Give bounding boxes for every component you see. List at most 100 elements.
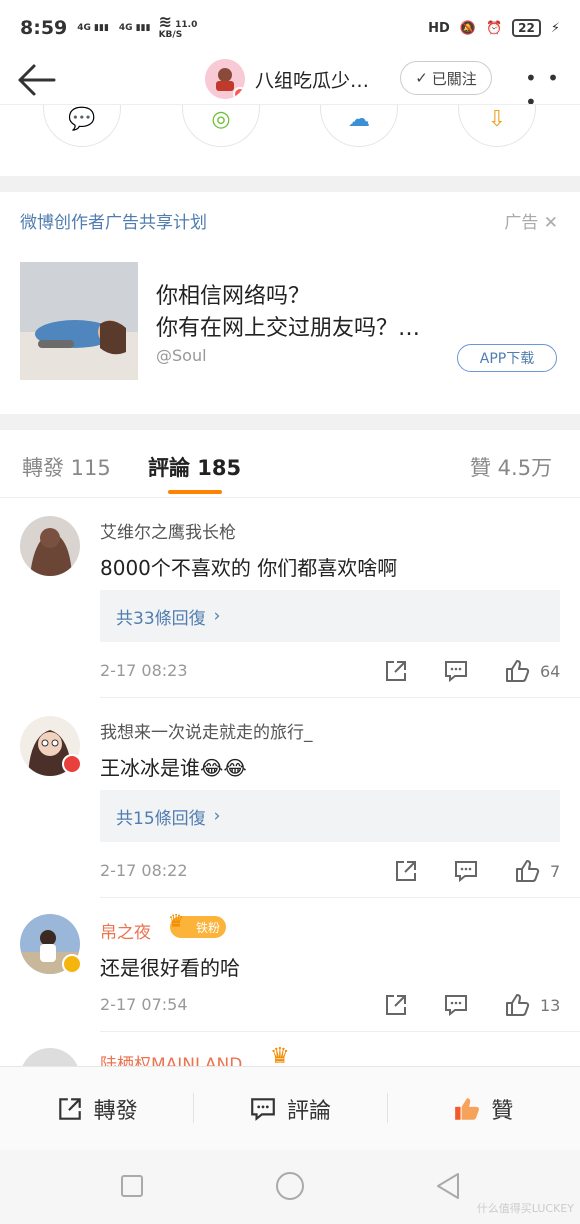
- reply-icon[interactable]: [443, 992, 469, 1018]
- reply-icon[interactable]: [443, 658, 469, 684]
- view-replies-link[interactable]: 共33條回復 ›: [100, 590, 560, 642]
- reply-icon[interactable]: [453, 858, 479, 884]
- ad-image[interactable]: [20, 262, 138, 380]
- home-icon[interactable]: [275, 1171, 305, 1201]
- iron-fan-badge: ♛ 铁粉: [168, 911, 227, 938]
- replies-count: 共15條回復: [116, 808, 206, 829]
- top-nav: 八组吃瓜少… ✓ 已關注 • • •: [0, 56, 580, 114]
- avatar-image: [20, 516, 80, 576]
- moments-share-icon[interactable]: ◎: [182, 105, 260, 147]
- verified-v-badge-icon: [62, 954, 82, 974]
- repost-icon[interactable]: [393, 858, 419, 884]
- comment-item: 艾维尔之鹰我长枪 8000个不喜欢的 你们都喜欢啥啊 共33條回復 › 2-17…: [0, 498, 580, 698]
- app-download-button[interactable]: APP下载: [457, 344, 557, 372]
- comment-item: 我想来一次说走就走的旅行_ 王冰冰是谁😂😂 共15條回復 › 2-17 08:2…: [0, 698, 580, 898]
- comment-time: 2-17 08:23: [100, 661, 188, 680]
- status-time: 8:59: [20, 17, 68, 39]
- chevron-right-icon: ›: [213, 806, 221, 826]
- battery-icon: 22: [512, 19, 541, 37]
- status-right: HD 🔕 ⏰ 22 ⚡: [428, 19, 560, 37]
- commenter-name[interactable]: 我想来一次说走就走的旅行_: [100, 718, 313, 743]
- commenter-name[interactable]: 艾维尔之鹰我长枪: [100, 518, 236, 543]
- like-filled-icon: [455, 1097, 480, 1120]
- like-thumb-icon[interactable]: [504, 992, 530, 1018]
- comment-text: 还是很好看的哈: [100, 956, 240, 980]
- repost-icon: [58, 1097, 81, 1120]
- repost-icon[interactable]: [383, 992, 409, 1018]
- chevron-right-icon: ›: [213, 606, 221, 626]
- hd-icon: HD: [428, 20, 450, 36]
- tab-comment[interactable]: 評論 185: [148, 452, 241, 482]
- commenter-name[interactable]: 陆栖权MAINLAND: [100, 1050, 242, 1066]
- follow-label: 已關注: [431, 69, 477, 88]
- replies-count: 共33條回復: [116, 608, 206, 629]
- system-nav-bar: 什么值得买LUCKEY: [0, 1150, 580, 1224]
- comment-icon: [251, 1097, 275, 1121]
- bottom-action-bar: 轉發 評論 贊: [0, 1066, 580, 1150]
- repost-button[interactable]: 轉發: [0, 1067, 193, 1150]
- comment-item: 帛之夜 ♛ 铁粉 还是很好看的哈 2-17 07:54 13: [0, 898, 580, 1032]
- wechat-share-icon[interactable]: 💬: [43, 105, 121, 147]
- feedback-tabs: 轉發 115 評論 185 贊 4.5万: [0, 430, 580, 498]
- qq-share-icon[interactable]: ☁: [320, 105, 398, 147]
- status-bar: 8:59 4G ▮▮▮ 4G ▮▮▮ ≋ 11.0 KB/S HD 🔕 ⏰ 22…: [0, 0, 580, 56]
- author-name[interactable]: 八组吃瓜少…: [255, 66, 369, 93]
- tab-like[interactable]: 贊 4.5万: [470, 452, 552, 482]
- save-share-icon[interactable]: ⇩: [458, 105, 536, 147]
- verified-badge-icon: [233, 87, 245, 99]
- view-replies-link[interactable]: 共15條回復 ›: [100, 790, 560, 842]
- ad-program-label[interactable]: 微博创作者广告共享计划: [20, 208, 207, 233]
- commenter-avatar[interactable]: [20, 516, 80, 576]
- comment-time: 2-17 07:54: [100, 995, 188, 1014]
- like-count: 64: [540, 662, 561, 681]
- comment-item: 陆栖权MAINLAND ♛: [0, 1032, 580, 1066]
- repost-label: 轉發: [93, 1098, 138, 1124]
- comment-text-body: 王冰冰是谁: [100, 756, 200, 780]
- wifi-icon: ≋: [158, 11, 172, 31]
- like-button[interactable]: 贊: [386, 1067, 580, 1150]
- like-thumb-icon[interactable]: [514, 858, 540, 884]
- comment-text: 王冰冰是谁😂😂: [100, 752, 247, 781]
- crown-icon: ♛: [168, 911, 185, 932]
- share-icons-strip: 💬 ◎ ☁ ⇩: [0, 104, 580, 176]
- comment-text: 8000个不喜欢的 你们都喜欢啥啊: [100, 556, 398, 580]
- ad-source[interactable]: @Soul: [156, 346, 207, 365]
- recent-apps-icon[interactable]: [120, 1174, 144, 1198]
- back-arrow-icon[interactable]: [14, 62, 58, 98]
- close-icon: ✕: [543, 213, 558, 233]
- speed-value: 11.0: [175, 19, 198, 30]
- ad-tag-label: 广告: [504, 213, 539, 233]
- comment-button[interactable]: 評論: [193, 1067, 386, 1150]
- watermark: 什么值得买LUCKEY: [476, 1202, 574, 1215]
- comment-time: 2-17 08:22: [100, 861, 188, 880]
- speed-unit: KB/S: [158, 29, 183, 40]
- like-thumb-icon[interactable]: [504, 658, 530, 684]
- wifi-speed: ≋ 11.0 KB/S: [158, 13, 198, 40]
- like-count: 13: [540, 996, 561, 1015]
- back-triangle-icon[interactable]: [436, 1172, 460, 1200]
- follow-button[interactable]: ✓ 已關注: [400, 61, 492, 95]
- commenter-name[interactable]: 帛之夜: [100, 918, 151, 943]
- section-divider: [0, 176, 580, 192]
- laugh-cry-emoji-icon: 😂😂: [200, 756, 247, 780]
- ad-title-line-2: 你有在网上交过朋友吗？…: [156, 316, 421, 341]
- net-label-1: 4G: [77, 23, 91, 33]
- signal-icon: 4G ▮▮▮: [77, 23, 109, 33]
- author-avatar[interactable]: [205, 59, 245, 99]
- vip-star-badge-icon: [62, 754, 82, 774]
- commenter-avatar[interactable]: [20, 1048, 80, 1066]
- active-tab-indicator: [168, 490, 222, 494]
- ad-photo: [20, 262, 138, 380]
- mute-bell-icon: 🔕: [459, 20, 476, 36]
- section-divider-2: [0, 414, 580, 430]
- ad-card[interactable]: 微博创作者广告共享计划 广告 ✕ 你相信网络吗？ 你有在网上交过朋友吗？… @S…: [0, 192, 580, 414]
- fan-badge-label: 铁粉: [196, 920, 221, 935]
- comment-label: 評論: [286, 1098, 331, 1124]
- like-label: 贊: [491, 1098, 514, 1124]
- ad-close[interactable]: 广告 ✕: [504, 208, 558, 233]
- repost-icon[interactable]: [383, 658, 409, 684]
- crown-icon: ♛: [270, 1044, 290, 1066]
- tab-repost[interactable]: 轉發 115: [22, 452, 111, 482]
- alarm-icon: ⏰: [485, 20, 503, 36]
- like-count: 7: [550, 862, 561, 881]
